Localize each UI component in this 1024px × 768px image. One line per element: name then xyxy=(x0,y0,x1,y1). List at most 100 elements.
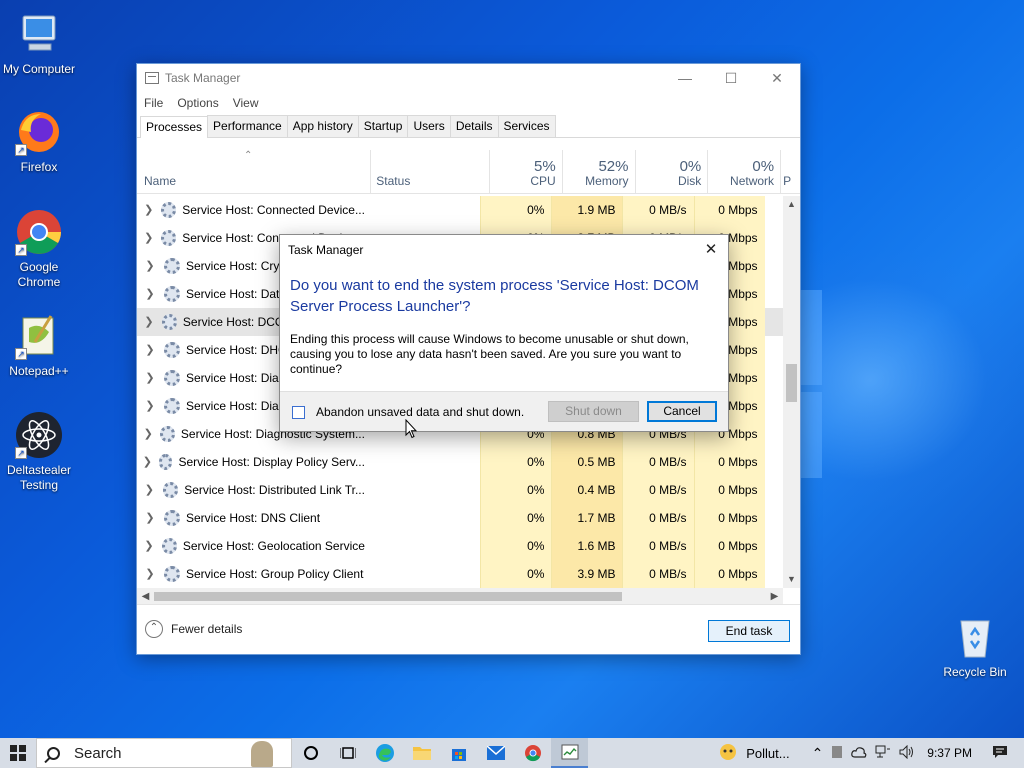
process-power-cell xyxy=(765,448,783,476)
chevron-right-icon[interactable]: ❯ xyxy=(139,280,161,308)
chevron-right-icon[interactable]: ❯ xyxy=(139,532,159,560)
end-task-button[interactable]: End task xyxy=(708,620,790,642)
process-status-cell xyxy=(365,196,480,224)
store-icon[interactable] xyxy=(440,738,477,768)
cancel-button[interactable]: Cancel xyxy=(647,401,717,422)
column-power[interactable]: P xyxy=(781,150,800,193)
volume-icon[interactable] xyxy=(899,744,915,762)
gear-icon xyxy=(160,426,175,442)
footer: ⌃ Fewer details End task xyxy=(137,604,800,654)
table-row[interactable]: ❯ Service Host: Distributed Link Tr... 0% 0… xyxy=(137,476,783,504)
table-row[interactable]: ❯ Service Host: Connected Device... 0% 1.9 … xyxy=(137,196,783,224)
process-network-cell: 0 Mbps xyxy=(693,504,765,532)
system-tray: Pollut... ⌃ 9:37 PM xyxy=(714,738,1024,768)
menu-file[interactable]: File xyxy=(144,96,163,110)
scroll-left-icon[interactable]: ◀ xyxy=(137,588,154,605)
cloud-icon[interactable] xyxy=(851,746,867,761)
dialog-title[interactable]: Task Manager xyxy=(280,235,728,265)
menu-options[interactable]: Options xyxy=(177,96,218,110)
edge-icon[interactable] xyxy=(366,738,403,768)
table-row[interactable]: ❯ Service Host: DNS Client 0% 1.7 MB 0 MB/s 0… xyxy=(137,504,783,532)
gear-icon xyxy=(161,230,177,246)
chevron-right-icon[interactable]: ❯ xyxy=(139,196,158,224)
dialog-close-button[interactable]: ✕ xyxy=(700,239,722,261)
pollution-app-label[interactable]: Pollut... xyxy=(746,746,789,761)
process-status-cell xyxy=(365,476,480,504)
tablet-icon[interactable] xyxy=(831,745,843,762)
chevron-right-icon[interactable]: ❯ xyxy=(139,504,161,532)
menu-view[interactable]: View xyxy=(233,96,259,110)
scroll-down-icon[interactable]: ▼ xyxy=(783,571,800,588)
tab-users[interactable]: Users xyxy=(407,115,451,137)
close-button[interactable]: ✕ xyxy=(754,64,800,92)
task-manager-taskbar-icon[interactable] xyxy=(551,738,588,768)
task-view-icon[interactable] xyxy=(292,738,329,768)
chevron-right-icon[interactable]: ❯ xyxy=(139,252,161,280)
chevron-right-icon[interactable]: ❯ xyxy=(139,392,161,420)
desktop-icon-chrome[interactable]: ↗ Google Chrome xyxy=(0,208,79,290)
tab-services[interactable]: Services xyxy=(497,115,556,137)
file-explorer-icon[interactable] xyxy=(403,738,440,768)
network-usage-total: 0% xyxy=(752,158,775,175)
tab-processes[interactable]: Processes xyxy=(140,116,209,138)
column-disk-label: Disk xyxy=(677,174,702,188)
scroll-up-icon[interactable]: ▲ xyxy=(783,196,800,213)
tab-app-history[interactable]: App history xyxy=(286,115,359,137)
table-row[interactable]: ❯ Service Host: Geolocation Service 0% 1.6 … xyxy=(137,532,783,560)
chevron-right-icon[interactable]: ❯ xyxy=(139,420,157,448)
chevron-right-icon[interactable]: ❯ xyxy=(139,364,161,392)
chrome-taskbar-icon[interactable] xyxy=(514,738,551,768)
desktop-icon-deltastealer[interactable]: ↗ Deltastealer Testing xyxy=(0,411,79,493)
column-header-row: ⌃ Name Status 5% CPU 52% Memory 0% Disk … xyxy=(137,150,800,194)
scroll-right-icon[interactable]: ▶ xyxy=(766,588,783,605)
tab-details[interactable]: Details xyxy=(449,115,499,137)
notification-icon[interactable] xyxy=(992,745,1008,762)
maximize-button[interactable]: ☐ xyxy=(708,64,754,92)
clock[interactable]: 9:37 PM xyxy=(927,746,972,760)
column-memory[interactable]: 52% Memory xyxy=(563,150,636,193)
chevron-right-icon[interactable]: ❯ xyxy=(139,308,159,336)
gear-icon xyxy=(161,538,177,554)
chevron-right-icon[interactable]: ❯ xyxy=(139,224,158,252)
chevron-right-icon[interactable]: ❯ xyxy=(139,336,161,364)
window-controls: — ☐ ✕ xyxy=(662,64,800,92)
tab-performance[interactable]: Performance xyxy=(207,115,288,137)
process-disk-cell: 0 MB/s xyxy=(622,560,694,588)
desktop-icon-notepad-plus-plus[interactable]: ↗ Notepad++ xyxy=(0,312,79,379)
chevron-right-icon[interactable]: ❯ xyxy=(139,448,156,476)
vertical-scrollbar[interactable]: ▲ ▼ xyxy=(783,196,800,588)
scroll-thumb[interactable] xyxy=(786,364,797,402)
shut-down-button[interactable]: Shut down xyxy=(548,401,639,422)
column-disk[interactable]: 0% Disk xyxy=(636,150,709,193)
column-cpu[interactable]: 5% CPU xyxy=(490,150,563,193)
process-name-cell: ❯ Service Host: Group Policy Client xyxy=(137,560,365,588)
mail-icon[interactable] xyxy=(477,738,514,768)
horizontal-scrollbar[interactable]: ◀ ▶ xyxy=(137,588,783,605)
search-highlight-image xyxy=(251,741,273,767)
table-row[interactable]: ❯ Service Host: Group Policy Client 0% 3.9 … xyxy=(137,560,783,588)
scroll-thumb[interactable] xyxy=(154,592,622,601)
chevron-right-icon[interactable]: ❯ xyxy=(139,560,161,588)
column-name[interactable]: ⌃ Name xyxy=(137,150,372,193)
shortcut-arrow-icon: ↗ xyxy=(15,348,27,360)
abandon-data-checkbox[interactable] xyxy=(292,406,305,419)
desktop-icon-recycle-bin[interactable]: Recycle Bin xyxy=(935,613,1015,680)
desktop-icon-firefox[interactable]: ↗ Firefox xyxy=(0,108,79,175)
chevron-right-icon[interactable]: ❯ xyxy=(139,476,160,504)
column-network[interactable]: 0% Network xyxy=(708,150,782,193)
network-icon[interactable] xyxy=(875,745,891,762)
abandon-data-label[interactable]: Abandon unsaved data and shut down. xyxy=(316,405,524,419)
desktop-icon-my-computer[interactable]: My Computer xyxy=(0,10,79,77)
fewer-details-button[interactable]: ⌃ Fewer details xyxy=(145,620,242,638)
taskbar-search[interactable]: Search xyxy=(36,738,292,768)
gear-icon xyxy=(161,314,177,330)
minimize-button[interactable]: — xyxy=(662,64,708,92)
table-row[interactable]: ❯ Service Host: Display Policy Serv... 0% 0… xyxy=(137,448,783,476)
tab-startup[interactable]: Startup xyxy=(357,115,409,137)
chevron-up-icon[interactable]: ⌃ xyxy=(812,745,824,762)
pollution-app-icon[interactable] xyxy=(718,743,738,764)
start-button[interactable] xyxy=(0,738,36,768)
multitask-icon[interactable] xyxy=(329,738,366,768)
chrome-icon: ↗ xyxy=(15,208,63,256)
column-status[interactable]: Status xyxy=(371,150,490,193)
